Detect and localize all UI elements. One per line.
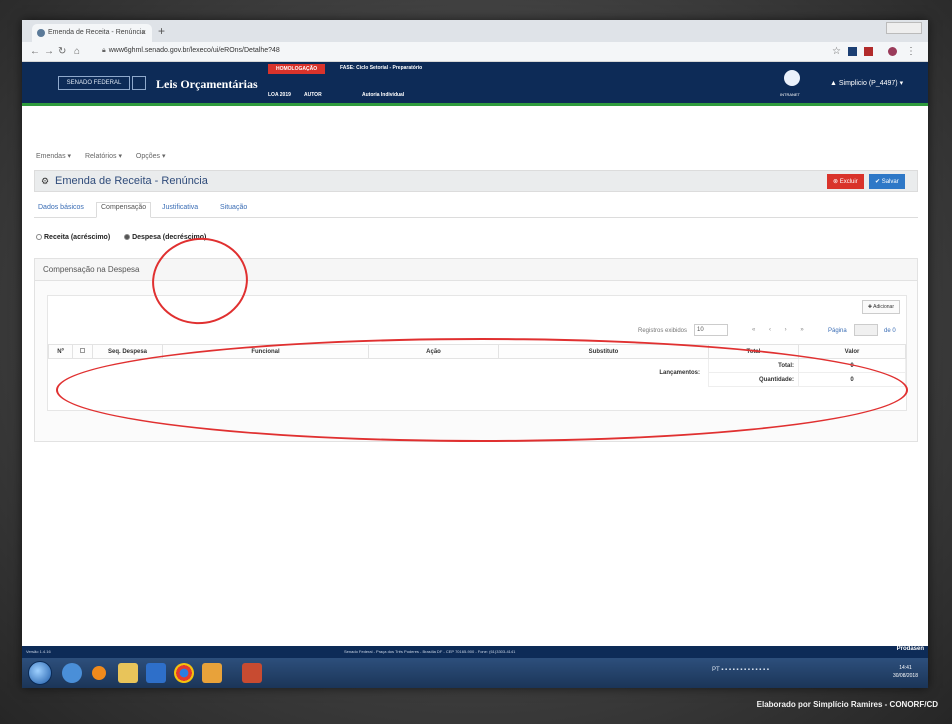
address-bar: ← → ↻ ⌂ 🔒︎ www6ghml.senado.gov.br/lexeco/… <box>22 42 928 62</box>
star-icon[interactable]: ☆ <box>832 46 841 57</box>
tab-justificativa[interactable]: Justificativa <box>162 204 198 211</box>
tab-title: Emenda de Receita - Renúncia <box>48 29 146 36</box>
fase-label: FASE: Ciclo Setorial - Preparatório <box>340 65 423 71</box>
intranet-icon[interactable] <box>784 70 800 86</box>
adicionar-button[interactable]: ✚ Adicionar <box>861 300 900 314</box>
homologacao-badge: HOMOLOGAÇÃO <box>268 64 326 74</box>
intranet-label: INTRANET <box>780 92 800 97</box>
forward-icon[interactable]: → <box>44 46 54 57</box>
close-tab-icon[interactable]: × <box>141 28 146 37</box>
pagination-arrows[interactable]: « ‹ › » <box>752 327 810 333</box>
receita-radio[interactable] <box>36 234 42 241</box>
app-title: Leis Orçamentárias <box>156 77 258 91</box>
new-tab-button[interactable]: + <box>158 24 165 38</box>
receita-label: Receita (acréscimo) <box>44 234 111 241</box>
excluir-label: Excluir <box>839 179 858 185</box>
adicionar-label: Adicionar <box>873 304 894 310</box>
folder-icon[interactable] <box>118 663 138 683</box>
ie-icon[interactable] <box>62 663 82 683</box>
user-name: Simplicio (P_4497) <box>838 80 898 87</box>
pagina-input[interactable] <box>854 324 878 336</box>
menu-opcoes[interactable]: Opções ▾ <box>136 153 166 160</box>
url-text: www6ghml.senado.gov.br/lexeco/ui/eROns/D… <box>108 47 280 54</box>
app-header: SENADO FEDERAL Leis Orçamentárias HOMOLO… <box>22 62 928 106</box>
autoria-label: Autoria Individual <box>362 92 405 98</box>
back-icon[interactable]: ← <box>30 46 40 57</box>
clock[interactable]: 14:41 30/08/2018 <box>893 664 918 680</box>
user-icon: ▲ <box>830 80 839 87</box>
windows-taskbar: PT ▪ ▪ ▪ ▪ ▪ ▪ ▪ ▪ ▪ ▪ ▪ ▪ ▪ 14:41 30/08… <box>22 658 928 688</box>
tab-situacao[interactable]: Situação <box>220 204 247 211</box>
trash-icon: ⊗ <box>833 179 840 185</box>
browser-tab[interactable]: Emenda de Receita - Renúncia × <box>32 24 152 42</box>
browser-tabbar: Emenda de Receita - Renúncia × + <box>22 20 928 42</box>
col-numero: Nº <box>48 344 73 359</box>
clock-time: 14:41 <box>899 665 912 671</box>
system-tray[interactable]: PT ▪ ▪ ▪ ▪ ▪ ▪ ▪ ▪ ▪ ▪ ▪ ▪ ▪ <box>712 667 769 673</box>
powerpoint-icon[interactable] <box>242 663 262 683</box>
home-icon[interactable]: ⌂ <box>74 46 80 57</box>
outlook-icon[interactable] <box>146 663 166 683</box>
salvar-label: Salvar <box>881 179 899 185</box>
menu-emendas[interactable]: Emendas ▾ <box>36 153 71 160</box>
extension-icon[interactable] <box>864 47 873 56</box>
gear-icon[interactable]: ⚙ <box>41 176 49 187</box>
user-menu[interactable]: ▲ Simplicio (P_4497) ▾ <box>830 79 903 87</box>
page-header: ⚙ Emenda de Receita - Renúncia ⊗ Excluir… <box>34 170 918 192</box>
check-icon: ✔ <box>875 179 882 185</box>
menu-dots-icon[interactable]: ⋮ <box>906 46 916 57</box>
chrome-icon[interactable] <box>174 663 194 683</box>
select-all-checkbox[interactable] <box>80 348 85 353</box>
col-valor: Valor <box>798 344 906 359</box>
address-label: Senado Federal - Praça dos Três Poderes … <box>344 649 516 654</box>
top-menu: Emendas ▾ Relatórios ▾ Opções ▾ <box>36 152 178 160</box>
extension-icon[interactable] <box>848 47 857 56</box>
excluir-button[interactable]: ⊗ Excluir <box>827 174 864 189</box>
pagina-de: de 0 <box>884 328 896 334</box>
monitor-icon[interactable] <box>132 76 146 90</box>
compensation-type: Receita (acréscimo) Despesa (decréscimo) <box>36 234 206 241</box>
desktop-screen: Emenda de Receita - Renúncia × + ← → ↻ ⌂… <box>22 20 928 688</box>
app-icon[interactable] <box>202 663 222 683</box>
caption: Elaborado por Simplício Ramires - CONORF… <box>756 700 938 709</box>
col-select-all[interactable] <box>72 344 93 359</box>
page-title: Emenda de Receita - Renúncia <box>55 175 208 187</box>
version-label: Versão 1.4.16 <box>26 649 51 654</box>
start-button-icon[interactable] <box>28 661 52 685</box>
menu-relatorios[interactable]: Relatórios ▾ <box>85 153 122 160</box>
autor-label: AUTOR <box>304 92 322 98</box>
registros-select[interactable]: 10 <box>694 324 728 336</box>
favicon-icon <box>37 29 45 37</box>
tabs: Dados básicos Compensação Justificativa … <box>34 202 918 218</box>
pagina-label: Página <box>828 328 847 334</box>
tab-dados-basicos[interactable]: Dados básicos <box>38 204 84 211</box>
status-bar: Versão 1.4.16 Senado Federal - Praça dos… <box>22 646 928 658</box>
despesa-radio[interactable] <box>124 234 131 241</box>
window-controls[interactable] <box>886 22 922 34</box>
loa-label: LOA 2019 <box>268 92 291 98</box>
reload-icon[interactable]: ↻ <box>58 46 66 57</box>
prodasen-logo: Prodasen <box>896 646 924 652</box>
annotation-ellipse <box>56 338 908 442</box>
lock-icon: 🔒︎ <box>102 47 106 54</box>
clock-date: 30/08/2018 <box>892 673 918 679</box>
media-icon[interactable] <box>92 666 106 680</box>
url-field[interactable]: 🔒︎ www6ghml.senado.gov.br/lexeco/ui/eROns… <box>102 47 280 55</box>
salvar-button[interactable]: ✔ Salvar <box>869 174 905 189</box>
senado-federal-button[interactable]: SENADO FEDERAL <box>58 76 130 90</box>
tab-compensacao[interactable]: Compensação <box>96 202 152 218</box>
profile-icon[interactable] <box>888 47 897 56</box>
registros-label: Registros exibidos <box>638 328 688 334</box>
